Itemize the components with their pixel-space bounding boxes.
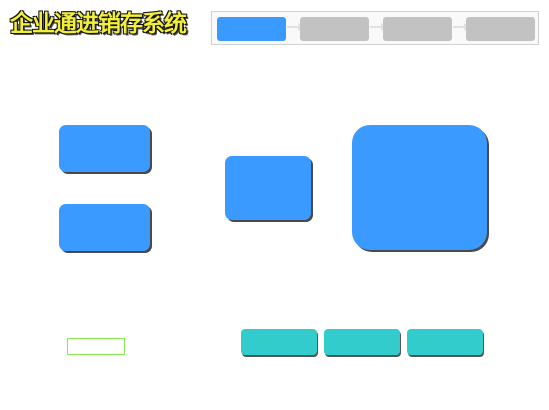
action-button-2[interactable]: [324, 329, 400, 355]
step-arrow-icon: [370, 23, 386, 31]
empty-input-slot[interactable]: [67, 338, 125, 355]
step-2[interactable]: [300, 17, 369, 41]
step-4[interactable]: [466, 17, 535, 41]
app-title: 企业通进销存系统: [10, 10, 187, 37]
module-tile-1[interactable]: [59, 125, 150, 172]
action-button-3[interactable]: [407, 329, 483, 355]
module-tile-3[interactable]: [225, 156, 311, 220]
step-progress-bar: [211, 11, 539, 45]
module-tile-main[interactable]: [352, 125, 487, 250]
step-arrow-icon: [453, 23, 469, 31]
step-1[interactable]: [217, 17, 286, 41]
step-3[interactable]: [383, 17, 452, 41]
action-button-1[interactable]: [241, 329, 317, 355]
module-tile-2[interactable]: [59, 204, 150, 251]
step-arrow-icon: [287, 23, 303, 31]
